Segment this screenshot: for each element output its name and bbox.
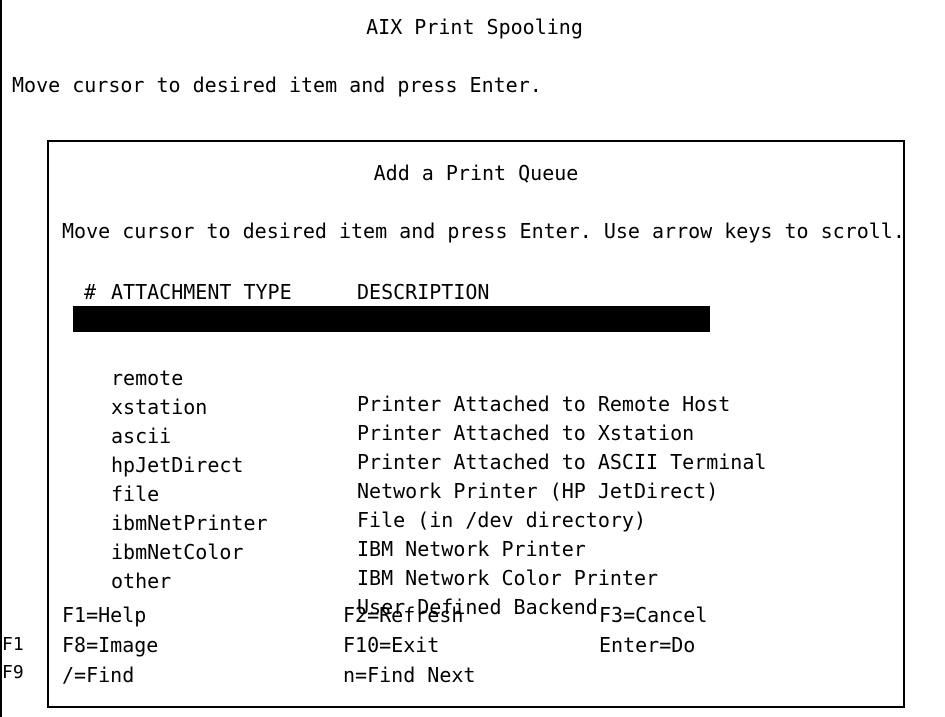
list-item-file[interactable]: file File (in /dev directory)	[73, 455, 710, 532]
list-item-name: other	[111, 569, 172, 593]
fkey-refresh[interactable]: F2=Refresh	[343, 602, 463, 628]
screen-title: AIX Print Spooling	[366, 15, 583, 39]
fkey-cancel[interactable]: F3=Cancel	[599, 602, 707, 628]
dialog-instruction: Move cursor to desired item and press En…	[62, 219, 905, 243]
column-header-number: #	[84, 280, 97, 304]
fkey-enter-do[interactable]: Enter=Do	[599, 632, 695, 658]
list-item-ibmnetcolor[interactable]: ibmNetColor IBM Network Color Printer	[73, 513, 710, 590]
fkey-find-next[interactable]: n=Find Next	[343, 662, 475, 688]
list-item-xstation[interactable]: xstation Printer Attached to Xstation	[73, 368, 710, 445]
column-header-description: DESCRIPTION	[357, 280, 490, 304]
list-item-hpjetdirect[interactable]: hpJetDirect Network Printer (HP JetDirec…	[73, 426, 718, 503]
add-print-queue-dialog: Add a Print Queue Move cursor to desired…	[47, 140, 905, 708]
background-fkey-f1-fragment: F1	[2, 634, 24, 655]
list-item-ibmnetprinter[interactable]: ibmNetPrinter IBM Network Printer	[73, 484, 710, 561]
dialog-title: Add a Print Queue	[373, 161, 579, 185]
list-item-description: IBM Network Color Printer	[357, 566, 659, 590]
list-item-remote[interactable]: remote Printer Attached to Remote Host	[73, 339, 730, 416]
fkey-exit[interactable]: F10=Exit	[343, 632, 439, 658]
background-fkey-f9-fragment: F9	[2, 662, 24, 683]
fkey-help[interactable]: F1=Help	[62, 602, 146, 628]
list-item-other[interactable]: other User Defined Backend	[73, 542, 710, 619]
screen-instruction: Move cursor to desired item and press En…	[12, 73, 542, 97]
list-item-local[interactable]: local Printer Attached to Local Host	[73, 306, 718, 383]
list-item-ascii[interactable]: ascii Printer Attached to ASCII Terminal	[73, 397, 766, 474]
terminal-screen: AIX Print Spooling Move cursor to desire…	[0, 0, 945, 717]
column-header-attachment-type: ATTACHMENT TYPE	[111, 280, 292, 304]
fkey-image[interactable]: F8=Image	[62, 632, 158, 658]
fkey-find[interactable]: /=Find	[62, 662, 134, 688]
